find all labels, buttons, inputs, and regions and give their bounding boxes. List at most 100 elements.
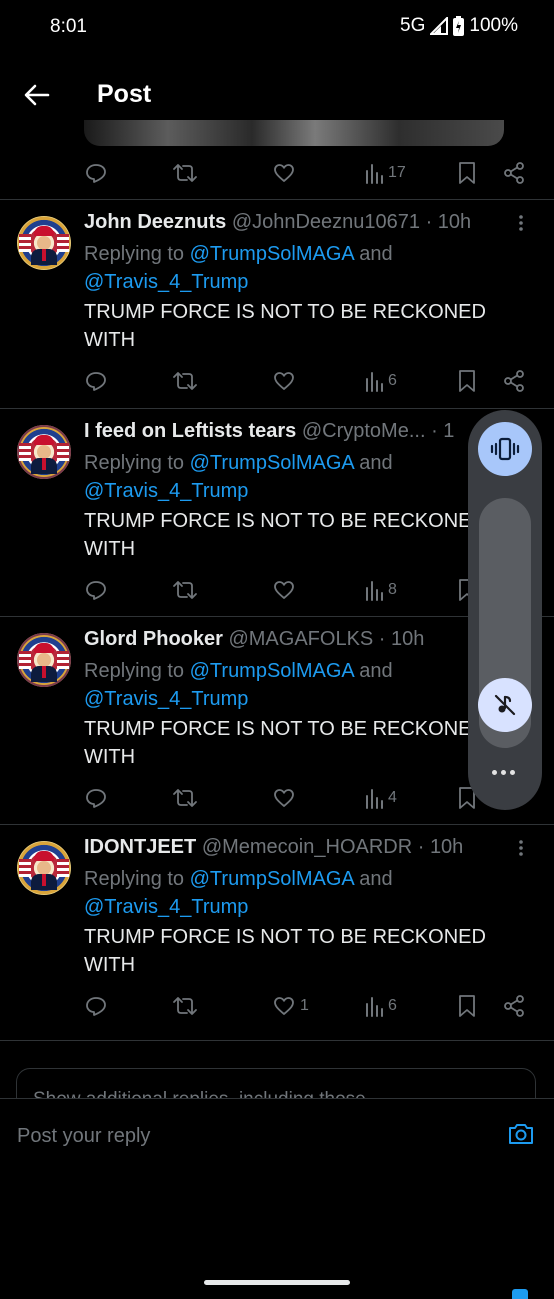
reply-text: TRUMP FORCE IS NOT TO BE RECKONED WITH (84, 718, 486, 768)
replying-prefix: Replying to (84, 868, 190, 890)
reply-icon (86, 372, 106, 391)
mention-link[interactable]: @TrumpSolMAGA (190, 868, 354, 890)
handle-and-time: @JohnDeeznu10671 · 10h (231, 211, 472, 233)
reply-icon (86, 581, 106, 600)
like-button[interactable] (272, 575, 300, 605)
reply-input[interactable]: Post your reply (17, 1125, 150, 1148)
retweet-icon (173, 164, 197, 182)
views-button[interactable]: 4 (364, 783, 397, 813)
display-name[interactable]: Glord Phooker (84, 628, 223, 650)
reply-icon (86, 997, 106, 1016)
reply-button[interactable] (84, 783, 108, 813)
post-media-image[interactable] (84, 120, 504, 146)
like-button[interactable] (272, 366, 300, 396)
views-icon (366, 581, 383, 601)
floating-action-icon[interactable] (512, 1289, 528, 1299)
reply-icon (86, 789, 106, 808)
back-arrow-icon (24, 84, 50, 106)
reply-tweet[interactable]: John Deeznuts @JohnDeeznu10671 · 10h Rep… (0, 200, 554, 408)
reply-actions: 6 (84, 366, 534, 396)
home-indicator[interactable] (204, 1280, 350, 1285)
replying-and: and (353, 243, 393, 265)
display-name[interactable]: John Deeznuts (84, 211, 226, 233)
like-button[interactable] (272, 783, 300, 813)
status-bar: 8:01 5G 100% (0, 0, 554, 56)
display-name[interactable]: I feed on Leftists tears (84, 420, 296, 442)
views-icon (366, 997, 383, 1017)
mention-link[interactable]: @TrumpSolMAGA (190, 452, 354, 474)
more-options-button[interactable] (518, 214, 524, 232)
reply-actions: 8 (84, 575, 534, 605)
views-count: 6 (388, 997, 397, 1014)
avatar[interactable] (17, 216, 71, 270)
like-button[interactable]: 1 (272, 991, 309, 1021)
views-count: 4 (388, 789, 397, 806)
bookmark-button[interactable] (456, 991, 478, 1021)
more-options-button[interactable] (518, 839, 524, 857)
retweet-button[interactable] (172, 158, 198, 188)
retweet-button[interactable] (172, 783, 198, 813)
retweet-button[interactable] (172, 991, 198, 1021)
like-count: 1 (300, 997, 309, 1014)
reply-button[interactable] (84, 366, 108, 396)
views-count: 17 (388, 164, 406, 181)
views-button[interactable]: 8 (364, 575, 397, 605)
share-button[interactable] (502, 158, 526, 188)
avatar[interactable] (17, 425, 71, 479)
mention-link[interactable]: @TrumpSolMAGA (190, 243, 354, 265)
mute-icon (494, 694, 516, 716)
replying-to: Replying to @TrumpSolMAGA and @Travis_4_… (84, 865, 484, 921)
back-button[interactable] (22, 80, 52, 110)
bookmark-button[interactable] (456, 158, 478, 188)
display-name[interactable]: IDONTJEET (84, 836, 196, 858)
volume-settings-more[interactable] (492, 770, 515, 775)
status-time: 8:01 (50, 16, 87, 37)
camera-button[interactable] (507, 1121, 535, 1147)
battery-charging-icon (453, 16, 465, 36)
reply-icon (86, 164, 106, 183)
replying-prefix: Replying to (84, 660, 190, 682)
like-icon (274, 372, 294, 390)
vibrate-icon (490, 437, 520, 461)
battery-level: 100% (469, 15, 518, 36)
reply-button[interactable] (84, 158, 108, 188)
reply-button[interactable] (84, 575, 108, 605)
like-button[interactable] (272, 158, 296, 188)
page-title: Post (97, 80, 152, 108)
views-button[interactable]: 17 (364, 158, 406, 188)
retweet-button[interactable] (172, 575, 198, 605)
retweet-button[interactable] (172, 366, 198, 396)
mention-link[interactable]: @Travis_4_Trump (84, 896, 248, 918)
bookmark-icon (459, 162, 475, 184)
reply-actions: 4 (84, 783, 534, 813)
bookmark-icon (459, 995, 475, 1017)
views-button[interactable]: 6 (364, 991, 397, 1021)
reply-text: TRUMP FORCE IS NOT TO BE RECKONED WITH (84, 926, 486, 976)
media-mute-button[interactable] (478, 678, 532, 732)
signal-icon (430, 17, 449, 35)
reply-button[interactable] (84, 991, 108, 1021)
share-icon (504, 370, 524, 392)
mention-link[interactable]: @Travis_4_Trump (84, 688, 248, 710)
handle-and-time: @MAGAFOLKS · 10h (228, 628, 425, 650)
mention-link[interactable]: @Travis_4_Trump (84, 480, 248, 502)
reply-header: I feed on Leftists tears @CryptoMe... · … (84, 420, 504, 443)
like-icon (274, 581, 294, 599)
reply-tweet[interactable]: IDONTJEET @Memecoin_HOARDR · 10h Replyin… (0, 825, 554, 1033)
like-icon (274, 164, 294, 182)
bookmark-button[interactable] (456, 366, 478, 396)
views-button[interactable]: 6 (364, 366, 397, 396)
share-button[interactable] (502, 366, 526, 396)
avatar[interactable] (17, 633, 71, 687)
reply-header: IDONTJEET @Memecoin_HOARDR · 10h (84, 836, 504, 859)
reply-text: TRUMP FORCE IS NOT TO BE RECKONED WITH (84, 510, 486, 560)
more-icon (519, 840, 523, 856)
share-button[interactable] (502, 991, 526, 1021)
handle-and-time: @Memecoin_HOARDR · 10h (201, 836, 464, 858)
mention-link[interactable]: @Travis_4_Trump (84, 271, 248, 293)
mention-link[interactable]: @TrumpSolMAGA (190, 660, 354, 682)
replying-to: Replying to @TrumpSolMAGA and @Travis_4_… (84, 449, 484, 505)
ringer-mode-button[interactable] (478, 422, 532, 476)
avatar[interactable] (17, 841, 71, 895)
network-type: 5G (400, 15, 426, 36)
